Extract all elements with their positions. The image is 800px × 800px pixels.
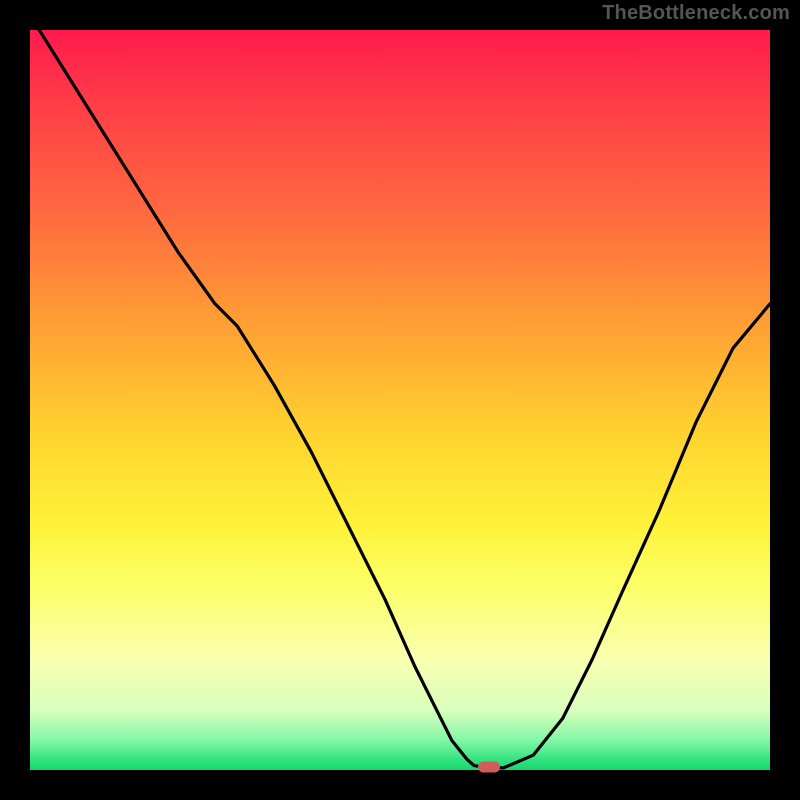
watermark-text: TheBottleneck.com — [602, 2, 790, 25]
plot-area — [30, 30, 770, 770]
bottleneck-curve — [30, 30, 770, 768]
optimal-marker — [478, 762, 500, 773]
curve-svg — [30, 30, 770, 770]
chart-frame: TheBottleneck.com — [0, 0, 800, 800]
